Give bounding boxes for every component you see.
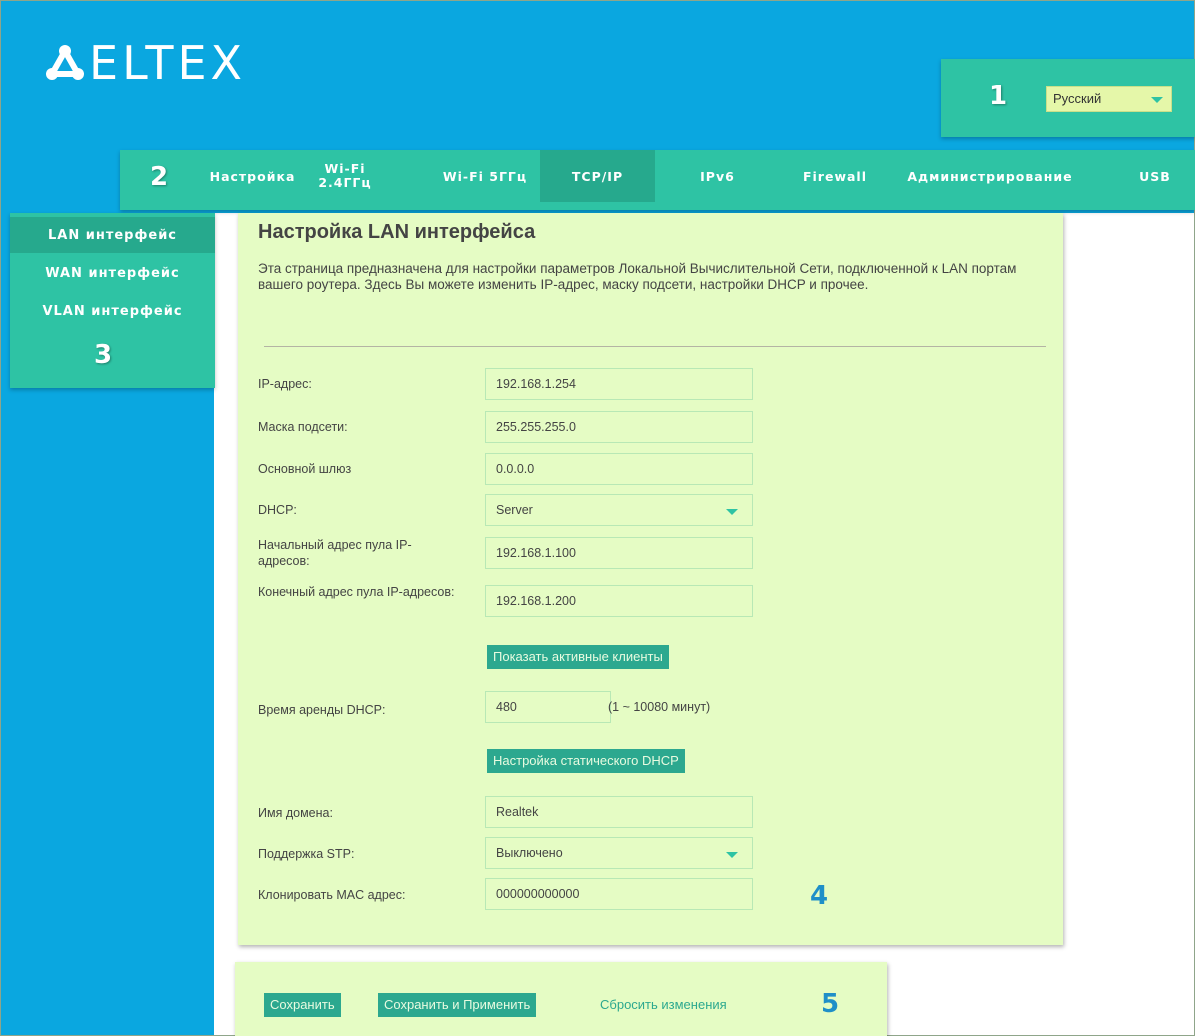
- domain-input-value: Realtek: [496, 805, 539, 819]
- nav-item-administration[interactable]: Администрирование: [895, 150, 1085, 202]
- callout-badge-2: 2: [150, 162, 169, 192]
- mask-label: Маска подсети:: [258, 420, 348, 434]
- dhcp-label: DHCP:: [258, 503, 297, 517]
- pool-start-input-value: 192.168.1.100: [496, 546, 576, 560]
- lan-settings-panel: Настройка LAN интерфейса Эта страница пр…: [238, 213, 1063, 945]
- dhcp-select-value: Server: [496, 503, 533, 517]
- chevron-down-icon: [1151, 97, 1163, 103]
- gateway-input[interactable]: 0.0.0.0: [485, 453, 753, 485]
- stp-select-value: Выключено: [496, 846, 563, 860]
- domain-input[interactable]: Realtek: [485, 796, 753, 828]
- save-apply-button[interactable]: Сохранить и Применить: [378, 993, 537, 1017]
- lease-range-note: (1 ~ 10080 минут): [608, 700, 711, 714]
- top-nav: 2 Настройка Wi-Fi 2.4ГГц Wi-Fi 5ГГц TCP/…: [120, 150, 1195, 210]
- mac-clone-input-value: 000000000000: [496, 887, 580, 901]
- pool-start-label: Начальный адрес пула IP-адресов:: [258, 538, 412, 568]
- callout-badge-1: 1: [989, 81, 1008, 111]
- reset-changes-link[interactable]: Сбросить изменения: [600, 997, 727, 1012]
- domain-label: Имя домена:: [258, 806, 333, 820]
- pool-end-input-value: 192.168.1.200: [496, 594, 576, 608]
- page-description: Эта страница предназначена для настройки…: [258, 261, 1017, 292]
- nav-item-label-line1: Wi-Fi: [324, 161, 366, 176]
- nav-item-ipv6[interactable]: IPv6: [675, 150, 760, 202]
- language-panel: 1 Русский: [941, 59, 1195, 137]
- show-active-clients-button[interactable]: Показать активные клиенты: [487, 645, 669, 669]
- lease-input[interactable]: 480: [485, 691, 611, 723]
- nav-item-label: TCP/IP: [571, 168, 624, 184]
- static-dhcp-button[interactable]: Настройка статического DHCP: [487, 749, 685, 773]
- sidebar-item-wan[interactable]: WAN интерфейс: [10, 255, 215, 291]
- language-select[interactable]: Русский: [1046, 86, 1172, 112]
- ip-input-value: 192.168.1.254: [496, 377, 576, 391]
- nav-item-label: Администрирование: [907, 168, 1073, 184]
- eltex-logo: ELTEX: [45, 36, 247, 90]
- nav-item-firewall[interactable]: Firewall: [785, 150, 885, 202]
- nav-item-usb[interactable]: USB: [1125, 150, 1185, 202]
- sidebar-item-label: VLAN интерфейс: [42, 303, 183, 319]
- pool-start-input[interactable]: 192.168.1.100: [485, 537, 753, 569]
- nav-item-label: Настройка: [209, 168, 296, 184]
- chevron-down-icon: [726, 509, 738, 515]
- chevron-down-icon: [726, 852, 738, 858]
- lease-input-value: 480: [496, 700, 517, 714]
- ip-label: IP-адрес:: [258, 377, 312, 391]
- pool-end-label: Конечный адрес пула IP-адресов:: [258, 585, 455, 599]
- nav-item-label-line2: 2.4ГГц: [318, 175, 372, 190]
- nav-item-label: Firewall: [802, 168, 868, 184]
- callout-badge-3: 3: [94, 340, 113, 370]
- pool-end-input[interactable]: 192.168.1.200: [485, 585, 753, 617]
- sidebar-item-vlan[interactable]: VLAN интерфейс: [10, 293, 215, 329]
- gateway-label: Основной шлюз: [258, 462, 352, 476]
- nav-item-label: IPv6: [700, 168, 735, 184]
- callout-badge-4: 4: [810, 881, 829, 911]
- page-title: Настройка LAN интерфейса: [258, 221, 536, 243]
- language-select-value: Русский: [1053, 91, 1102, 106]
- divider: [264, 346, 1046, 347]
- nav-item-setup[interactable]: Настройка: [200, 150, 305, 202]
- nav-item-wifi-5[interactable]: Wi-Fi 5ГГц: [425, 150, 545, 202]
- mask-input[interactable]: 255.255.255.0: [485, 411, 753, 443]
- nav-item-wifi-24[interactable]: Wi-Fi 2.4ГГц: [310, 150, 380, 202]
- sidebar-item-lan[interactable]: LAN интерфейс: [10, 217, 215, 253]
- nav-item-label: Wi-Fi 5ГГц: [442, 168, 528, 184]
- mac-clone-label: Клонировать MAC адрес:: [258, 888, 406, 902]
- stp-label: Поддержка STP:: [258, 847, 355, 861]
- stp-select[interactable]: Выключено: [485, 837, 753, 869]
- save-button[interactable]: Сохранить: [264, 993, 341, 1017]
- logo-text: ELTEX: [89, 36, 247, 90]
- dhcp-select[interactable]: Server: [485, 494, 753, 526]
- nav-item-label: USB: [1139, 168, 1171, 184]
- sidebar: LAN интерфейс WAN интерфейс VLAN интерфе…: [10, 213, 215, 388]
- gateway-input-value: 0.0.0.0: [496, 462, 535, 476]
- sidebar-item-label: LAN интерфейс: [47, 227, 178, 243]
- eltex-logo-icon: [46, 45, 84, 80]
- mac-clone-input[interactable]: 000000000000: [485, 878, 753, 910]
- lease-label: Время аренды DHCP:: [258, 703, 386, 717]
- mask-input-value: 255.255.255.0: [496, 420, 576, 434]
- nav-item-tcpip[interactable]: TCP/IP: [540, 150, 655, 202]
- action-bar: Сохранить Сохранить и Применить Сбросить…: [235, 962, 887, 1036]
- header: ELTEX 1 Русский: [1, 1, 1195, 144]
- sidebar-item-label: WAN интерфейс: [45, 265, 180, 281]
- callout-badge-5: 5: [821, 989, 840, 1019]
- ip-input[interactable]: 192.168.1.254: [485, 368, 753, 400]
